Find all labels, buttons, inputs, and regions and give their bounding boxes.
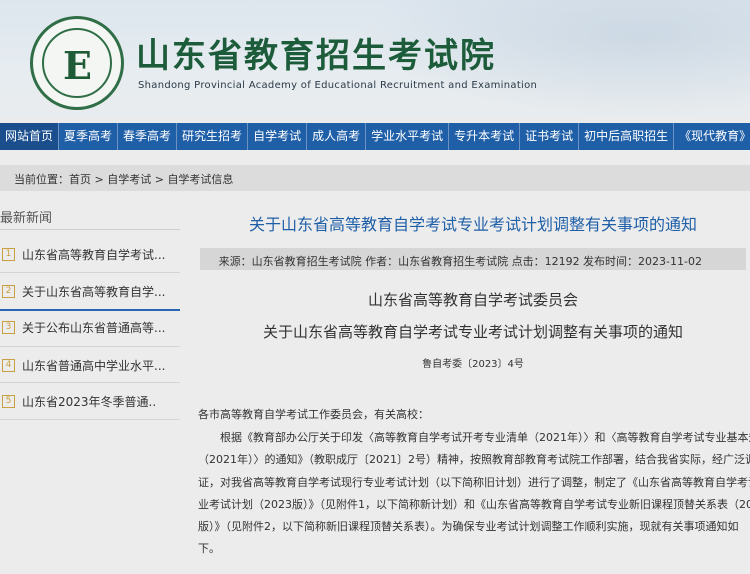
news-number-badge: 5 — [2, 394, 15, 408]
document-title: 关于山东省高等教育自学考试专业考试计划调整有关事项的通知 — [262, 323, 683, 341]
paragraph-line: 证，对我省高等教育自学考试现行专业考试计划（以下简称旧计划）进行了调整，制定了《… — [198, 475, 750, 489]
article-meta-bar: 来源：山东省教育招生考试院 作者：山东省教育招生考试院 点击：12192 发布时… — [200, 248, 746, 270]
logo-letter: E — [63, 43, 92, 88]
nav-item-graduate[interactable]: 研究生招考 — [177, 123, 249, 150]
nav-item-self-study[interactable]: 自学考试 — [248, 123, 308, 150]
article-meta: 来源：山东省教育招生考试院 作者：山东省教育招生考试院 点击：12192 发布时… — [218, 255, 702, 268]
paragraph-line: （2021年）〉的通知》（教职成厅〔2021〕2号）精神，按照教育部教育考试院工… — [198, 453, 750, 467]
news-divider — [0, 419, 180, 420]
nav-item-vocational[interactable]: 初中后高职招生 — [579, 123, 675, 150]
site-subtitle: Shandong Provincial Academy of Education… — [138, 80, 538, 91]
nav-item-summer-exam[interactable]: 夏季高考 — [59, 123, 119, 150]
news-item-2[interactable]: 2 关于山东省高等教育自学... — [0, 273, 180, 311]
document-number: 鲁自考委〔2023〕4号 — [422, 359, 524, 370]
news-item-4[interactable]: 4 山东省普通高中学业水平... — [0, 347, 180, 383]
nav-item-upgrade-exam[interactable]: 专升本考试 — [449, 123, 521, 150]
nav-item-spring-exam[interactable]: 春季高考 — [118, 123, 178, 150]
news-item-title: 关于公布山东省普通高等... — [22, 320, 166, 335]
news-item-title: 山东省普通高中学业水平... — [22, 358, 166, 373]
sidebar-latest-news: 最新新闻 1 山东省高等教育自学考试... 2 关于山东省高等教育自学... 3… — [0, 203, 180, 574]
news-item-title: 山东省高等教育自学考试... — [22, 247, 166, 262]
news-item-1[interactable]: 1 山东省高等教育自学考试... — [0, 236, 180, 272]
news-item-5[interactable]: 5 山东省2023年冬季普通.. — [0, 383, 180, 419]
breadcrumb-bar: 当前位置：首页 > 自学考试 > 自学考试信息 — [0, 165, 750, 191]
nav-item-proficiency[interactable]: 学业水平考试 — [366, 123, 450, 150]
news-item-title: 山东省2023年冬季普通.. — [22, 394, 157, 409]
site-logo[interactable]: E — [30, 16, 124, 110]
news-number-badge: 2 — [2, 284, 15, 298]
breadcrumb: 当前位置：首页 > 自学考试 > 自学考试信息 — [14, 171, 233, 187]
nav-item-home[interactable]: 网站首页 — [0, 123, 60, 150]
document-paragraph: 根据《教育部办公厅关于印发〈高等教育自学考试开考专业清单（2021年）〉和〈高等… — [198, 427, 750, 561]
news-number-badge: 3 — [2, 320, 15, 334]
breadcrumb-separator: > — [151, 173, 168, 186]
site-title[interactable]: 山东省教育招生考试院 — [136, 28, 496, 77]
document-issuer: 山东省高等教育自学考试委员会 — [367, 291, 578, 309]
breadcrumb-separator: > — [91, 173, 108, 186]
document-salutation: 各市高等教育自学考试工作委员会，有关高校： — [198, 408, 429, 421]
nav-item-adult-exam[interactable]: 成人高考 — [307, 123, 367, 150]
sidebar-heading: 最新新闻 — [0, 211, 53, 226]
nav-item-certificate[interactable]: 证书考试 — [520, 123, 580, 150]
news-number-badge: 4 — [2, 358, 15, 372]
breadcrumb-prefix: 当前位置： — [14, 173, 69, 186]
sidebar-divider — [0, 229, 180, 230]
article-content: 关于山东省高等教育自学考试专业考试计划调整有关事项的通知 来源：山东省教育招生考… — [196, 203, 750, 574]
paragraph-line: 业考试计划（2023版）》（见附件1，以下简称新计划）和《山东省高等教育自学考试… — [198, 497, 750, 511]
news-item-3[interactable]: 3 关于公布山东省普通高等... — [0, 309, 180, 345]
paragraph-line: 版）》（见附件2，以下简称新旧课程顶替关系表）。为确保专业考试计划调整工作顺利实… — [198, 520, 739, 534]
breadcrumb-home[interactable]: 首页 — [69, 173, 91, 186]
news-number-badge: 1 — [2, 247, 15, 261]
nav-item-modern-education[interactable]: 《现代教育》 — [674, 123, 750, 150]
breadcrumb-self-study[interactable]: 自学考试 — [107, 173, 151, 186]
site-header: E 山东省教育招生考试院 Shandong Provincial Academy… — [0, 0, 750, 118]
paragraph-line: 根据《教育部办公厅关于印发〈高等教育自学考试开考专业清单（2021年）〉和〈高等… — [198, 431, 750, 444]
breadcrumb-self-study-info[interactable]: 自学考试信息 — [167, 173, 233, 186]
main-nav: 网站首页 夏季高考 春季高考 研究生招考 自学考试 成人高考 学业水平考试 专升… — [0, 123, 750, 150]
news-item-title: 关于山东省高等教育自学... — [22, 284, 166, 299]
paragraph-line: 下。 — [198, 542, 220, 556]
article-title: 关于山东省高等教育自学考试专业考试计划调整有关事项的通知 — [248, 215, 697, 234]
